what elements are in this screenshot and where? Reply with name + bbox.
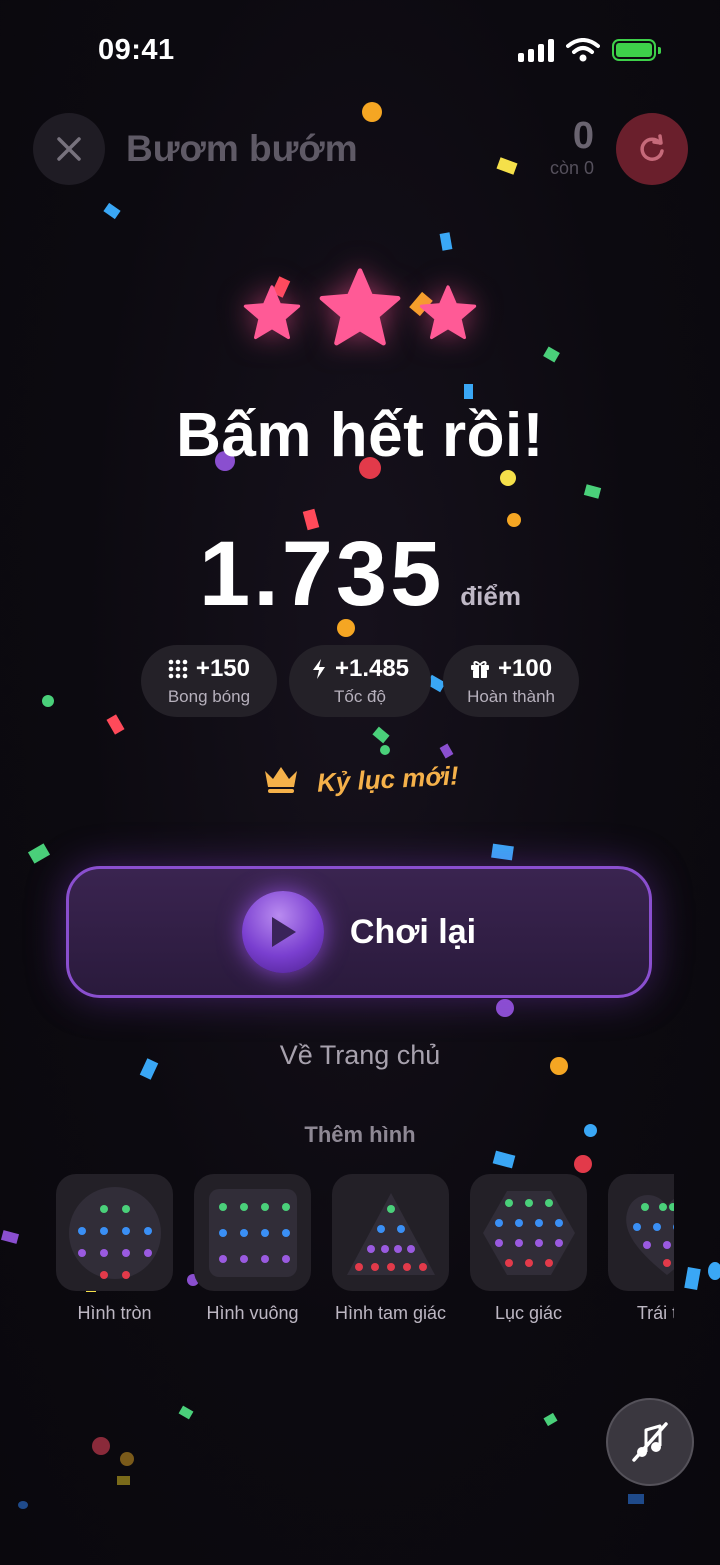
triangle-shape-icon	[346, 1192, 435, 1275]
crown-icon	[265, 767, 298, 793]
bonus-value: +1.485	[334, 655, 410, 682]
refresh-icon	[640, 134, 664, 161]
new-record-label: Kỷ lục mới!	[316, 759, 460, 798]
wifi-icon	[566, 38, 600, 62]
signal-icon	[518, 38, 554, 62]
gift-icon	[471, 661, 489, 678]
shape-label: Hình tròn	[77, 1303, 152, 1323]
shape-label: Trái tim	[636, 1303, 674, 1323]
bonus-label: Bong bóng	[167, 687, 251, 706]
star-icon	[243, 285, 301, 340]
header-score: 0 còn 0	[550, 114, 594, 179]
heart-shape-icon	[625, 1194, 674, 1275]
replay-button[interactable]: Chơi lại	[66, 866, 652, 998]
final-score: 1.735 điểm	[0, 522, 720, 627]
music-muted-icon	[632, 1422, 668, 1462]
status-icons	[518, 38, 661, 62]
final-score-value: 1.735	[199, 523, 445, 625]
circle-shape-icon	[68, 1186, 161, 1279]
shape-label: Hình vuông	[206, 1303, 299, 1323]
more-shapes-title: Thêm hình	[304, 1122, 416, 1147]
shape-item-heart[interactable]: Trái tim	[608, 1174, 674, 1324]
bonus-list: +150 Bong bóng +1.485 Tốc độ +100 Hoàn t…	[0, 645, 720, 717]
replay-label: Chơi lại	[349, 912, 477, 951]
bonus-label: Tốc độ	[334, 687, 386, 706]
shape-item-circle[interactable]: Hình tròn	[56, 1174, 173, 1324]
header-score-value: 0	[572, 115, 594, 157]
shape-label: Hình tam giác	[334, 1303, 447, 1323]
game-title: Bươm bướm	[126, 128, 358, 169]
bonus-label: Hoàn thành	[467, 687, 555, 706]
new-record-badge: Kỷ lục mới!	[0, 759, 720, 798]
star-icon	[419, 285, 477, 340]
shape-item-triangle[interactable]: Hình tam giác	[332, 1174, 449, 1324]
shape-item-square[interactable]: Hình vuông	[194, 1174, 311, 1324]
bonus-chip-complete: +100 Hoàn thành	[443, 645, 580, 717]
close-button[interactable]	[33, 113, 105, 185]
hexagon-shape-icon	[482, 1190, 575, 1275]
shape-item-hexagon[interactable]: Lục giác	[470, 1174, 587, 1324]
header-remaining: còn 0	[549, 158, 594, 178]
restart-button[interactable]	[616, 113, 688, 185]
shape-carousel[interactable]: Hình tròn Hình vuông Hình tam giác Lục g…	[56, 1174, 674, 1334]
sound-toggle-button[interactable]	[606, 1398, 694, 1486]
bonus-chip-bubbles: +150 Bong bóng	[140, 645, 277, 717]
star-rating	[0, 268, 720, 351]
bonus-chip-speed: +1.485 Tốc độ	[288, 645, 432, 717]
bonus-value: +100	[498, 655, 553, 682]
result-headline: Bấm hết rồi!	[176, 401, 544, 470]
final-score-unit: điểm	[460, 581, 521, 611]
status-time: 09:41	[98, 34, 175, 66]
square-shape-icon	[208, 1188, 297, 1277]
home-link[interactable]: Về Trang chủ	[0, 1040, 720, 1071]
grid-dots-icon	[168, 659, 188, 679]
lightning-icon	[312, 659, 325, 679]
star-icon	[319, 268, 401, 346]
shape-label: Lục giác	[494, 1303, 563, 1323]
bonus-value: +150	[195, 655, 250, 682]
play-icon	[241, 891, 324, 973]
close-icon	[57, 137, 81, 161]
battery-icon	[612, 39, 661, 61]
